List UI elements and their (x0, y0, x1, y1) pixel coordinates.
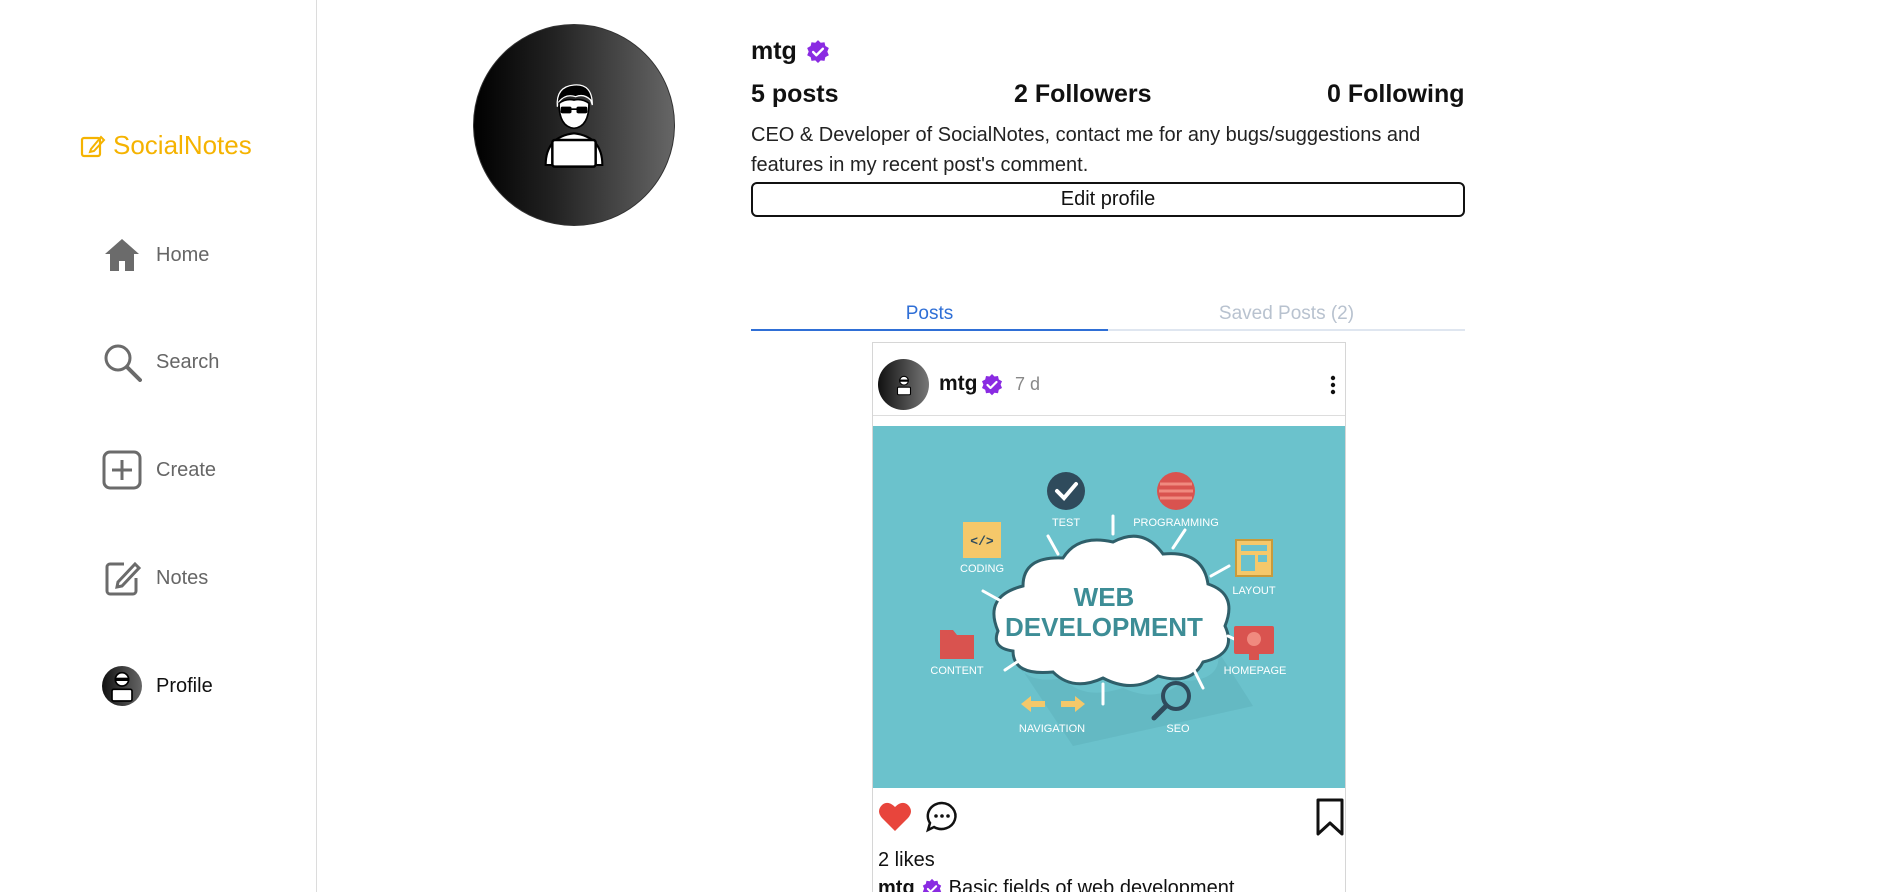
sidebar: SocialNotes Home Search Create Notes Pro… (0, 0, 317, 892)
note-logo-icon (80, 135, 106, 157)
post-image[interactable]: WEB DEVELOPMENT TEST PROGRAMMING </> COD… (873, 426, 1345, 788)
followers-count[interactable]: 2 Followers (1014, 80, 1152, 109)
sidebar-item-notes[interactable]: Notes (102, 558, 208, 598)
developer-avatar-icon (111, 671, 133, 702)
verified-badge-icon (982, 374, 1002, 396)
tab-saved-posts[interactable]: Saved Posts (2) (1108, 303, 1465, 325)
illustration-title-line2: DEVELOPMENT (1005, 612, 1203, 642)
edit-note-icon (105, 561, 142, 596)
plus-square-icon (102, 450, 142, 490)
illustration-label-homepage: HOMEPAGE (1224, 665, 1287, 677)
developer-avatar-icon (896, 375, 911, 395)
edit-profile-button[interactable]: Edit profile (751, 182, 1465, 217)
illustration-label-test: TEST (1052, 517, 1080, 529)
illustration-title-line1: WEB (1074, 582, 1135, 612)
sidebar-item-label: Home (156, 243, 210, 266)
profile-avatar[interactable] (473, 24, 675, 226)
likes-count[interactable]: 2 likes (878, 849, 935, 872)
sidebar-item-profile[interactable]: Profile (102, 666, 213, 706)
post-caption: mtg Basic fields of web development (878, 877, 1234, 892)
sidebar-item-label: Create (156, 458, 217, 481)
web-development-illustration: WEB DEVELOPMENT TEST PROGRAMMING </> COD… (873, 426, 1345, 788)
more-options-icon[interactable] (1329, 374, 1337, 396)
home-icon (105, 239, 139, 271)
developer-avatar-icon (544, 84, 604, 168)
sidebar-item-home[interactable]: Home (102, 235, 209, 275)
illustration-label-coding: CODING (960, 563, 1004, 575)
app-name: SocialNotes (113, 130, 252, 160)
caption-username[interactable]: mtg (878, 877, 915, 892)
sidebar-item-label: Profile (156, 674, 213, 697)
comment-icon[interactable] (925, 800, 959, 834)
post-timestamp: 7 d (1015, 374, 1041, 394)
heart-icon[interactable] (877, 799, 913, 835)
code-glyph-icon: </> (970, 534, 994, 549)
illustration-label-seo: SEO (1166, 723, 1190, 735)
sidebar-item-create[interactable]: Create (102, 450, 216, 490)
illustration-label-programming: PROGRAMMING (1133, 517, 1219, 529)
profile-username-row: mtg (751, 37, 831, 66)
sidebar-item-label: Search (156, 350, 220, 373)
following-count[interactable]: 0 Following (1327, 80, 1465, 109)
post-author-avatar[interactable] (878, 359, 929, 410)
sidebar-item-search[interactable]: Search (102, 342, 219, 382)
post-author-name[interactable]: mtg (939, 372, 978, 396)
verified-badge-icon (922, 878, 941, 892)
caption-text: Basic fields of web development (948, 877, 1235, 892)
illustration-label-navigation: NAVIGATION (1019, 723, 1085, 735)
illustration-label-content: CONTENT (930, 665, 983, 677)
post-header: mtg 7 d (873, 343, 1345, 416)
profile-username: mtg (751, 37, 797, 65)
sidebar-item-label: Notes (156, 566, 209, 589)
avatar (102, 666, 142, 706)
profile-tabs: Posts Saved Posts (2) (751, 303, 1465, 331)
verified-badge-icon (806, 39, 829, 63)
illustration-label-layout: LAYOUT (1232, 585, 1275, 597)
search-icon (104, 344, 142, 382)
posts-count: 5 posts (751, 80, 839, 108)
profile-bio: CEO & Developer of SocialNotes, contact … (751, 124, 1421, 176)
app-logo[interactable]: SocialNotes (79, 130, 252, 161)
bookmark-icon[interactable] (1315, 798, 1345, 836)
tab-posts[interactable]: Posts (751, 303, 1108, 331)
post-card: mtg 7 d WEB DEVELOPMENT TEST PROGRAMMING… (872, 342, 1346, 892)
